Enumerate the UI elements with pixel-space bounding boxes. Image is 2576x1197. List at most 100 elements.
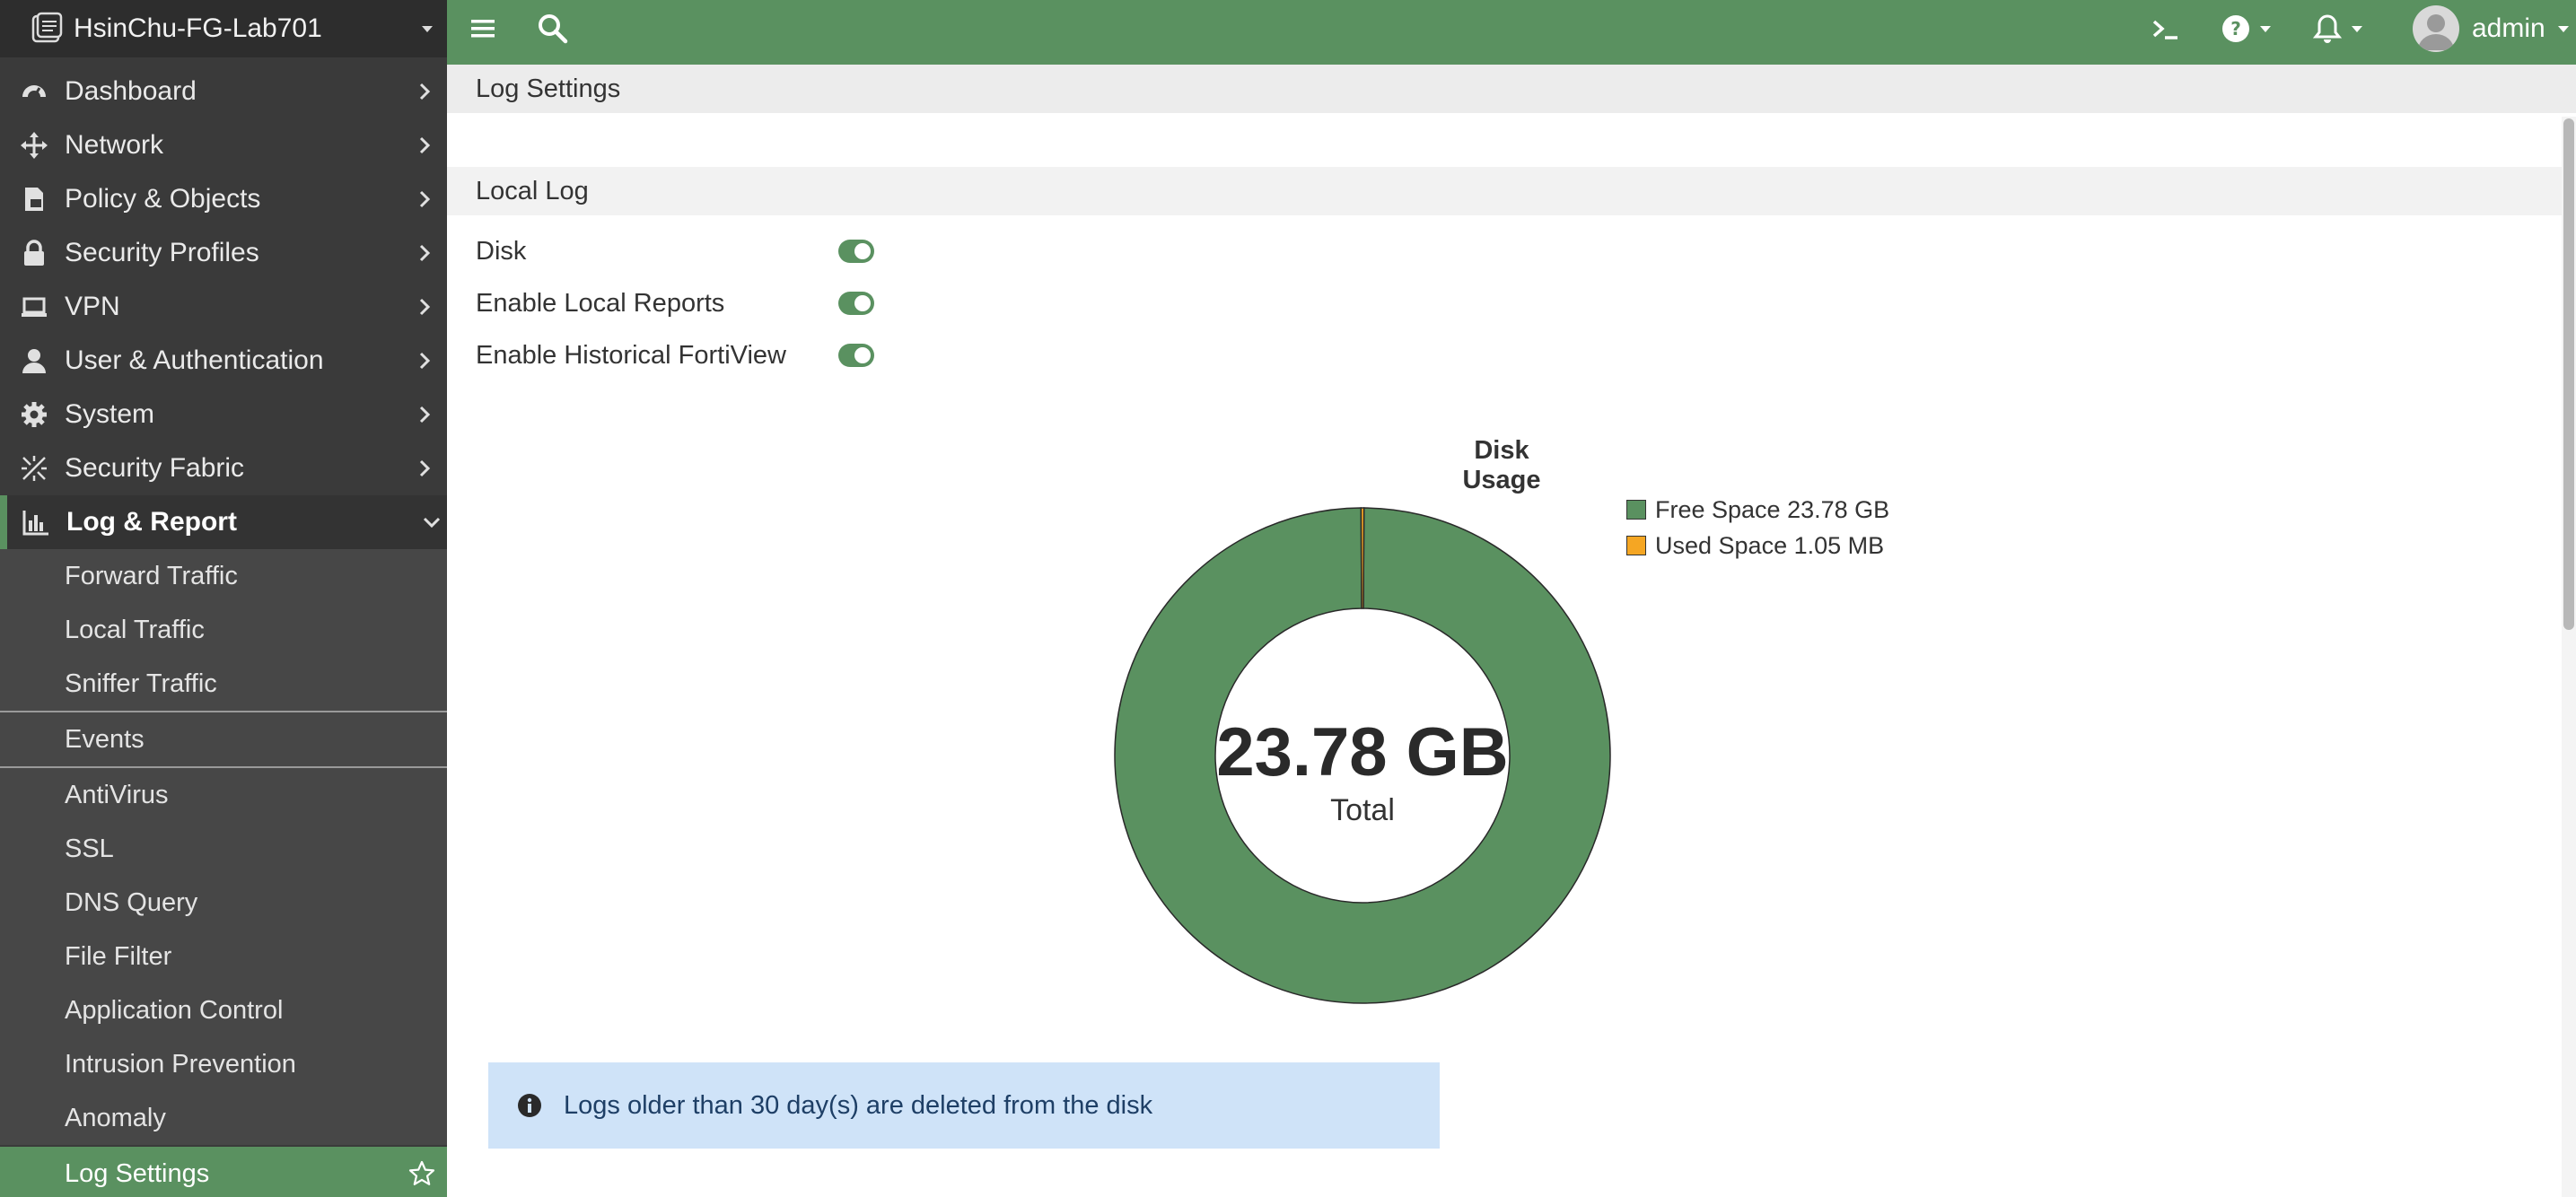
device-icon bbox=[31, 12, 63, 43]
sidebar-subitem-label: Intrusion Prevention bbox=[65, 1049, 296, 1079]
sidebar-subitem-ssl[interactable]: SSL bbox=[0, 822, 447, 876]
sidebar-item-label: Policy & Objects bbox=[65, 184, 261, 214]
sidebar-item-vpn[interactable]: VPN bbox=[0, 280, 447, 334]
sidebar-subitem-label: Local Traffic bbox=[65, 615, 205, 644]
caret-down-icon[interactable] bbox=[418, 20, 436, 38]
notification-bell-icon[interactable] bbox=[2312, 13, 2368, 45]
device-selector[interactable]: HsinChu-FG-Lab701 bbox=[0, 0, 447, 57]
disk-toggle[interactable] bbox=[838, 240, 874, 263]
page-title: Log Settings bbox=[447, 65, 2576, 113]
sidebar-item-security-profiles[interactable]: Security Profiles bbox=[0, 226, 447, 280]
sidebar-subitem-label: SSL bbox=[65, 834, 114, 863]
sidebar-subitem-label: DNS Query bbox=[65, 887, 198, 917]
setting-label: Enable Historical FortiView bbox=[476, 340, 786, 370]
legend-label: Used Space 1.05 MB bbox=[1655, 531, 1885, 559]
info-text: Logs older than 30 day(s) are deleted fr… bbox=[564, 1090, 1153, 1120]
setting-label: Enable Local Reports bbox=[476, 288, 725, 318]
sidebar-item-label: Dashboard bbox=[65, 76, 197, 106]
sidebar-subitem-local-traffic[interactable]: Local Traffic bbox=[0, 603, 447, 657]
chevron-right-icon bbox=[419, 136, 431, 154]
sidebar-subitem-forward-traffic[interactable]: Forward Traffic bbox=[0, 549, 447, 603]
gear-icon bbox=[22, 402, 47, 427]
sidebar-item-label: Security Profiles bbox=[65, 238, 259, 267]
sidebar-subitem-anomaly[interactable]: Anomaly bbox=[0, 1091, 447, 1145]
sidebar-subitem-label: Sniffer Traffic bbox=[65, 668, 217, 698]
sidebar-item-user-authentication[interactable]: User & Authentication bbox=[0, 334, 447, 388]
sidebar-item-label: Network bbox=[65, 130, 164, 160]
user-menu[interactable]: admin bbox=[2413, 0, 2572, 57]
laptop-icon bbox=[22, 297, 47, 317]
fabric-icon bbox=[22, 456, 47, 481]
legend-item-free-space[interactable]: Free Space 23.78 GB bbox=[1626, 492, 1889, 528]
chart-legend: Free Space 23.78 GB Used Space 1.05 MB bbox=[1626, 492, 1889, 564]
chart-icon bbox=[22, 511, 48, 536]
historical-fortiview-toggle[interactable] bbox=[838, 344, 874, 367]
main-content: Log Settings Local Log Disk Enable Local… bbox=[447, 65, 2576, 1197]
setting-enable-historical-fortiview: Enable Historical FortiView bbox=[476, 337, 889, 373]
policy-icon bbox=[25, 188, 43, 211]
sidebar-subitem-label: Anomaly bbox=[65, 1103, 166, 1132]
device-name: HsinChu-FG-Lab701 bbox=[74, 13, 322, 43]
sidebar-subitem-label: File Filter bbox=[65, 941, 172, 971]
setting-label: Disk bbox=[476, 236, 527, 266]
sidebar-item-label: User & Authentication bbox=[65, 345, 324, 375]
top-bar: ? admin bbox=[447, 0, 2576, 65]
sidebar-item-policy-objects[interactable]: Policy & Objects bbox=[0, 172, 447, 226]
sidebar-subitem-sniffer-traffic[interactable]: Sniffer Traffic bbox=[0, 657, 447, 711]
sidebar-subitem-dns-query[interactable]: DNS Query bbox=[0, 876, 447, 930]
help-icon[interactable]: ? bbox=[2221, 13, 2276, 45]
local-reports-toggle[interactable] bbox=[838, 292, 874, 315]
network-icon bbox=[21, 132, 48, 159]
chevron-right-icon bbox=[419, 352, 431, 370]
chevron-right-icon bbox=[419, 298, 431, 316]
info-message: Logs older than 30 day(s) are deleted fr… bbox=[488, 1062, 1440, 1149]
disk-usage-donut-chart: 23.78 GB Total bbox=[1114, 507, 1611, 1004]
sidebar-subitem-label: Application Control bbox=[65, 995, 284, 1025]
sidebar-subitem-label: Events bbox=[65, 724, 145, 754]
hamburger-menu-icon[interactable] bbox=[469, 14, 497, 43]
chevron-right-icon bbox=[419, 190, 431, 208]
sidebar-item-network[interactable]: Network bbox=[0, 118, 447, 172]
sidebar-subitem-file-filter[interactable]: File Filter bbox=[0, 930, 447, 983]
sidebar-subitem-label: Forward Traffic bbox=[65, 561, 238, 590]
chart-title: Disk Usage bbox=[1462, 436, 1541, 494]
chevron-down-icon bbox=[423, 517, 441, 529]
sidebar-subitem-intrusion-prevention[interactable]: Intrusion Prevention bbox=[0, 1037, 447, 1091]
sidebar-subitem-log-settings[interactable]: Log Settings bbox=[0, 1147, 447, 1197]
user-avatar-icon bbox=[2418, 14, 2454, 50]
legend-swatch bbox=[1626, 536, 1646, 555]
vertical-scrollbar[interactable] bbox=[2562, 117, 2576, 1197]
sidebar-item-security-fabric[interactable]: Security Fabric bbox=[0, 441, 447, 495]
sidebar-item-system[interactable]: System bbox=[0, 388, 447, 441]
svg-text:?: ? bbox=[2230, 18, 2241, 39]
setting-disk: Disk bbox=[476, 233, 889, 269]
sidebar-item-label: System bbox=[65, 399, 155, 429]
chevron-right-icon bbox=[419, 459, 431, 477]
sidebar-item-label: VPN bbox=[65, 292, 120, 321]
caret-down-icon bbox=[2557, 26, 2569, 32]
sidebar-subitem-label: Log Settings bbox=[65, 1158, 210, 1188]
donut-slice-used-space[interactable] bbox=[1360, 507, 1365, 609]
legend-item-used-space[interactable]: Used Space 1.05 MB bbox=[1626, 528, 1889, 564]
sidebar-subitem-events[interactable]: Events bbox=[0, 712, 447, 766]
sidebar-item-log-report[interactable]: Log & Report bbox=[0, 495, 447, 549]
sidebar-subitem-antivirus[interactable]: AntiVirus bbox=[0, 768, 447, 822]
chart-center-label: Total bbox=[1330, 793, 1395, 827]
legend-label: Free Space 23.78 GB bbox=[1655, 495, 1890, 523]
star-icon[interactable] bbox=[407, 1159, 436, 1188]
sidebar-item-dashboard[interactable]: Dashboard bbox=[0, 65, 447, 118]
sidebar: HsinChu-FG-Lab701 Dashboard Network Poli… bbox=[0, 0, 447, 1197]
cli-console-icon[interactable] bbox=[2149, 14, 2185, 43]
setting-enable-local-reports: Enable Local Reports bbox=[476, 285, 889, 321]
dashboard-icon bbox=[22, 85, 46, 98]
chevron-right-icon bbox=[419, 83, 431, 100]
lock-icon bbox=[24, 240, 44, 266]
chevron-right-icon bbox=[419, 244, 431, 262]
sidebar-subitem-label: AntiVirus bbox=[65, 780, 169, 809]
search-icon[interactable] bbox=[537, 13, 569, 45]
user-icon bbox=[22, 349, 46, 373]
chevron-right-icon bbox=[419, 406, 431, 424]
sidebar-subitem-application-control[interactable]: Application Control bbox=[0, 983, 447, 1037]
info-icon bbox=[518, 1094, 541, 1117]
scrollbar-thumb[interactable] bbox=[2563, 118, 2574, 630]
